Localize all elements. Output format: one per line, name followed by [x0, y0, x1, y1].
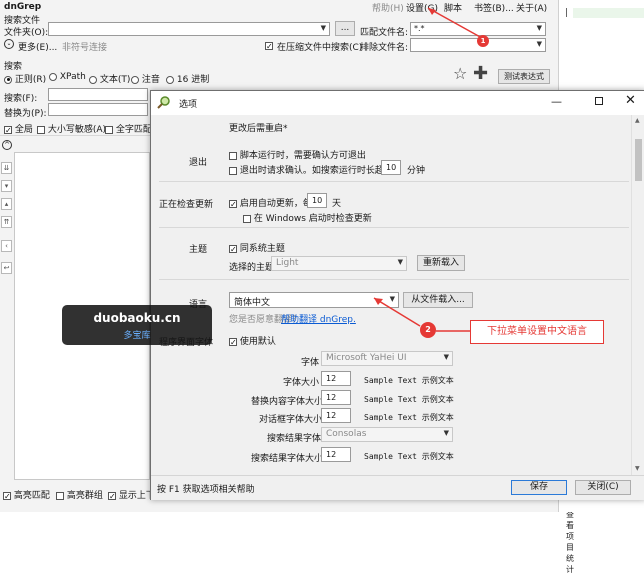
watermark-name: 多宝库 [123, 331, 151, 341]
arrowhead-settings [428, 8, 436, 15]
annotation-marker-2: 2 [420, 322, 436, 338]
arrow-to-settings [427, 7, 483, 39]
arrowhead-language [374, 298, 383, 305]
annotation-arrows [373, 7, 483, 332]
watermark-domain: duobaoku.cn [93, 311, 181, 325]
watermark-badge: duobaoku.cn 多宝库 [62, 305, 212, 345]
arrow-to-language [373, 297, 421, 327]
annotation-marker-1: 1 [477, 35, 489, 47]
annotation-callout: 下拉菜单设置中文语言 [470, 320, 604, 344]
show-stats-label: 查看项目统计 [566, 510, 574, 574]
